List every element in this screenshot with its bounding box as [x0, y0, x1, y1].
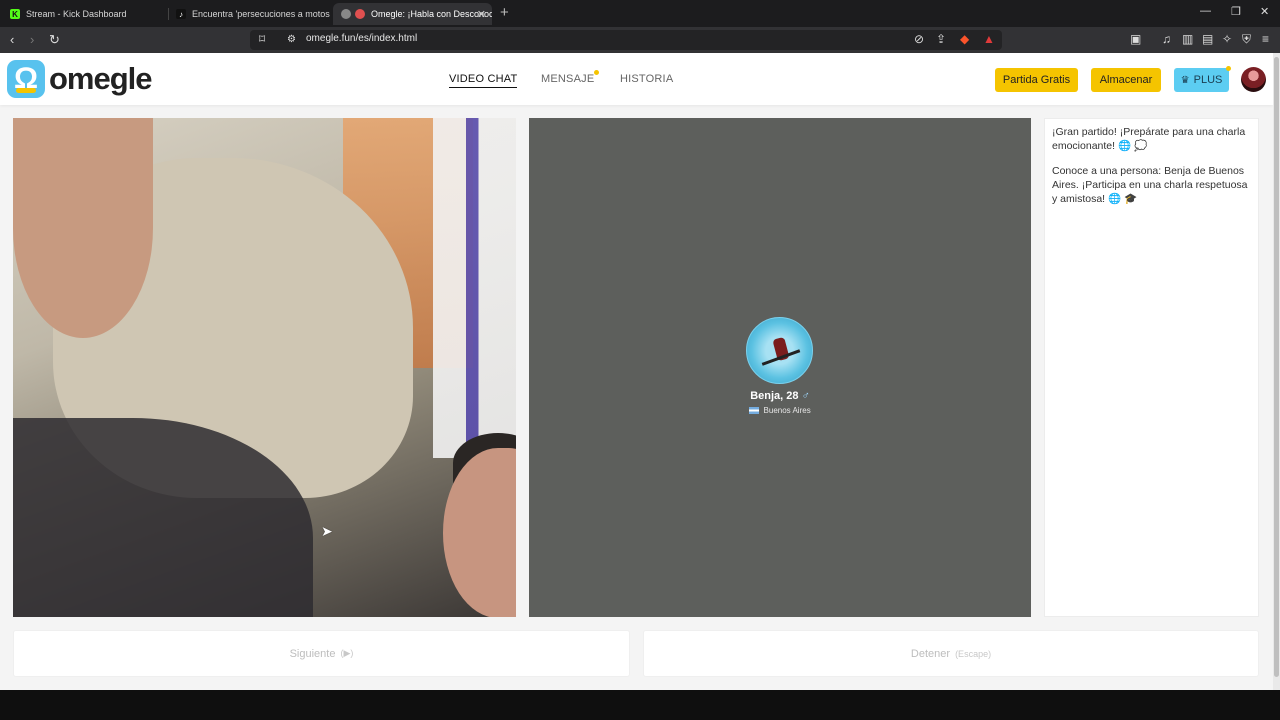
omegle-logo[interactable]: Ω omegle — [7, 60, 153, 98]
next-button[interactable]: Siguiente (▶) — [13, 630, 630, 677]
omegle-icon — [341, 9, 351, 19]
taskbar — [0, 690, 1280, 720]
peer-name: Benja, 28 — [750, 390, 799, 402]
nav-message[interactable]: MENSAJE — [541, 73, 594, 85]
close-window-icon[interactable]: ✕ — [1260, 5, 1269, 18]
peer-avatar — [746, 317, 813, 384]
menu-icon[interactable]: ≡ — [1262, 32, 1269, 46]
page-scrollbar[interactable] — [1273, 53, 1280, 690]
site-header: Ω omegle VIDEO CHAT MENSAJE HISTORIA Par… — [0, 53, 1273, 105]
tab-title: Omegle: ¡Habla con Desconoc — [371, 9, 492, 19]
stop-shortcut: (Escape) — [955, 648, 992, 659]
browser-toolbar: ‹ › ↻ — [0, 27, 1280, 53]
site-info-icon[interactable]: ⚙ — [287, 34, 296, 45]
new-tab-button[interactable]: + — [500, 4, 509, 21]
striped-jersey — [433, 118, 516, 458]
store-button[interactable]: Almacenar — [1091, 68, 1161, 92]
notification-dot — [594, 70, 599, 75]
vpn-icon[interactable]: ⛨ — [1242, 32, 1251, 47]
reload-icon[interactable]: ↻ — [49, 32, 60, 48]
forward-icon[interactable]: › — [30, 32, 34, 47]
chat-panel: ¡Gran partido! ¡Prepárate para una charl… — [1044, 118, 1259, 617]
wallet-icon[interactable]: ▤ — [1202, 32, 1213, 46]
brave-shield-icon[interactable]: ◆ — [960, 32, 969, 46]
restore-icon[interactable]: ❐ — [1231, 5, 1241, 18]
plus-label: PLUS — [1193, 74, 1223, 86]
next-shortcut: (▶) — [340, 648, 354, 658]
person-face — [13, 118, 153, 338]
local-video — [13, 118, 516, 617]
rewards-icon[interactable]: ▲ — [983, 32, 995, 46]
chat-message: Conoce a una persona: Benja de Buenos Ai… — [1052, 165, 1248, 205]
recording-icon — [355, 9, 365, 19]
argentina-flag-icon — [749, 407, 760, 415]
back-icon[interactable]: ‹ — [10, 32, 14, 47]
peer-location: Buenos Aires — [763, 406, 811, 415]
close-tab-icon[interactable]: ✕ — [477, 8, 486, 21]
logo-text: omegle — [49, 61, 153, 96]
browser-tab-omegle[interactable]: Omegle: ¡Habla con Desconoc ✕ — [333, 3, 492, 25]
browser-tab-kick[interactable]: K Stream - Kick Dashboard — [2, 3, 167, 25]
male-icon: ♂ — [801, 390, 810, 402]
peer-name-row: Benja, 28 ♂ — [529, 390, 1031, 402]
free-match-button[interactable]: Partida Gratis — [995, 68, 1078, 92]
share-icon[interactable]: ⇪ — [936, 32, 946, 46]
browser-tab-bar: K Stream - Kick Dashboard ♪ Encuentra 'p… — [0, 0, 1280, 27]
scrollbar-thumb[interactable] — [1274, 57, 1279, 677]
translate-icon[interactable]: ⊘ — [914, 32, 924, 46]
browser-tab-tiktok[interactable]: ♪ Encuentra 'persecuciones a motos en — [168, 3, 332, 25]
chat-message: ¡Gran partido! ¡Prepárate para una charl… — [1052, 126, 1246, 152]
tab-title: Stream - Kick Dashboard — [26, 9, 127, 19]
next-label: Siguiente — [289, 647, 336, 660]
plus-button[interactable]: ♛ PLUS — [1174, 68, 1229, 92]
url-text[interactable]: omegle.fun/es/index.html — [306, 33, 417, 44]
kick-icon: K — [10, 9, 20, 19]
tab-title: Encuentra 'persecuciones a motos en — [192, 9, 332, 19]
nav-history[interactable]: HISTORIA — [620, 73, 673, 85]
bookmark-icon[interactable]: ⌑ — [259, 32, 265, 46]
plus-notification-dot — [1226, 66, 1231, 71]
leo-ai-icon[interactable]: ✧ — [1222, 32, 1232, 46]
stop-label: Detener — [910, 647, 951, 660]
tiktok-icon: ♪ — [176, 9, 186, 19]
media-icon[interactable]: ♫ — [1162, 32, 1171, 46]
reader-icon[interactable]: ▣ — [1130, 32, 1141, 46]
remote-video: Benja, 28 ♂ Buenos Aires — [529, 118, 1031, 617]
crown-icon: ♛ — [1180, 74, 1190, 86]
omegle-page: Ω omegle VIDEO CHAT MENSAJE HISTORIA Par… — [0, 53, 1273, 690]
sidebar-icon[interactable]: ▥ — [1182, 32, 1193, 46]
omegle-logo-icon: Ω — [7, 60, 45, 98]
mouse-cursor-icon: ➤ — [321, 523, 333, 539]
nav-video-chat[interactable]: VIDEO CHAT — [449, 73, 518, 88]
stop-button[interactable]: Detener (Escape) — [643, 630, 1259, 677]
user-avatar[interactable] — [1241, 67, 1266, 92]
minimize-icon[interactable]: — — [1200, 5, 1211, 17]
peer-location-row: Buenos Aires — [529, 406, 1031, 415]
